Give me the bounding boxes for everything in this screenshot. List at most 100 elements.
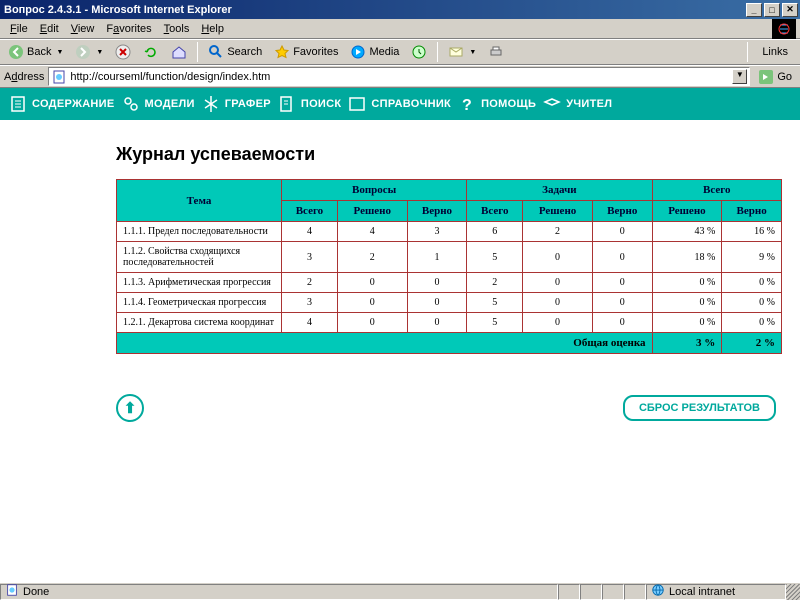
print-icon xyxy=(488,44,504,60)
cell: 0 xyxy=(523,273,593,293)
cell: 2 xyxy=(467,273,523,293)
cell: 3 xyxy=(282,293,338,313)
nav-models[interactable]: МОДЕЛИ xyxy=(121,94,195,114)
cell: 0 xyxy=(523,242,593,273)
maximize-button[interactable]: □ xyxy=(764,3,780,17)
cell: 9 % xyxy=(722,242,782,273)
cell: 4 xyxy=(282,222,338,242)
menu-bar: File Edit View Favorites Tools Help xyxy=(0,19,800,39)
page-icon xyxy=(51,69,67,85)
cell: 2 xyxy=(282,273,338,293)
links-label[interactable]: Links xyxy=(754,46,796,58)
th-tema: Тема xyxy=(117,180,282,222)
history-button[interactable] xyxy=(407,42,431,62)
address-input[interactable] xyxy=(70,71,732,83)
cell: 0 xyxy=(592,222,652,242)
favorites-label: Favorites xyxy=(293,46,338,58)
mail-icon xyxy=(448,44,464,60)
search-button[interactable]: Search xyxy=(204,42,266,62)
cell: 0 xyxy=(407,313,467,333)
intranet-icon xyxy=(651,583,665,600)
cell: 5 xyxy=(467,242,523,273)
contents-icon xyxy=(8,94,28,114)
chevron-down-icon: ▼ xyxy=(56,49,63,56)
page-content: СОДЕРЖАНИЕ МОДЕЛИ ГРАФЕР ПОИСК СПРАВОЧНИ… xyxy=(0,88,800,582)
mail-button[interactable]: ▼ xyxy=(444,42,480,62)
address-field[interactable]: ▼ xyxy=(48,67,750,86)
bottom-bar: ⬆ СБРОС РЕЗУЛЬТАТОВ xyxy=(116,394,782,422)
menu-edit[interactable]: Edit xyxy=(34,21,65,37)
table-row: 1.1.2. Свойства сходящихся последователь… xyxy=(117,242,782,273)
go-label: Go xyxy=(777,71,792,83)
media-label: Media xyxy=(369,46,399,58)
nav-reference[interactable]: СПРАВОЧНИК xyxy=(347,94,451,114)
refresh-button[interactable] xyxy=(139,42,163,62)
cell: 0 xyxy=(592,313,652,333)
table-row: 1.1.3. Арифметическая прогрессия2002000 … xyxy=(117,273,782,293)
cell: 18 % xyxy=(652,242,722,273)
minimize-button[interactable]: _ xyxy=(746,3,762,17)
teacher-icon xyxy=(542,94,562,114)
total-correct: 2 % xyxy=(722,333,782,354)
forward-button[interactable]: ▼ xyxy=(71,42,107,62)
gears-icon xyxy=(121,94,141,114)
window-title: Вопрос 2.4.3.1 - Microsoft Internet Expl… xyxy=(2,4,744,16)
address-bar: Address ▼ Go xyxy=(0,65,800,88)
media-icon xyxy=(350,44,366,60)
cell: 0 xyxy=(337,313,407,333)
search-doc-icon xyxy=(277,94,297,114)
reset-button[interactable]: СБРОС РЕЗУЛЬТАТОВ xyxy=(623,395,776,421)
cell: 4 xyxy=(282,313,338,333)
nav-search[interactable]: ПОИСК xyxy=(277,94,342,114)
menu-favorites[interactable]: Favorites xyxy=(100,21,157,37)
cell: 0 % xyxy=(652,313,722,333)
cell: 0 % xyxy=(652,293,722,313)
back-label: Back xyxy=(27,46,51,58)
cell: 0 xyxy=(407,293,467,313)
favorites-button[interactable]: Favorites xyxy=(270,42,342,62)
favorites-icon xyxy=(274,44,290,60)
cell: 0 % xyxy=(652,273,722,293)
cell: 0 % xyxy=(722,293,782,313)
nav-contents[interactable]: СОДЕРЖАНИЕ xyxy=(8,94,115,114)
status-pane-2 xyxy=(558,584,580,600)
back-button[interactable]: Back ▼ xyxy=(4,42,67,62)
status-text: Done xyxy=(23,586,49,598)
th-tasks: Задачи xyxy=(467,180,652,201)
th-sub: Всего xyxy=(282,201,338,222)
print-button[interactable] xyxy=(484,42,508,62)
reference-icon xyxy=(347,94,367,114)
cell: 2 xyxy=(523,222,593,242)
menu-view[interactable]: View xyxy=(65,21,101,37)
menu-file[interactable]: File xyxy=(4,21,34,37)
grades-table: Тема Вопросы Задачи Всего Всего Решено В… xyxy=(116,179,782,354)
nav-help[interactable]: ?ПОМОЩЬ xyxy=(457,94,536,114)
table-row: 1.2.1. Декартова система координат400500… xyxy=(117,313,782,333)
nav-grapher[interactable]: ГРАФЕР xyxy=(201,94,271,114)
th-sub: Верно xyxy=(407,201,467,222)
address-dropdown-button[interactable]: ▼ xyxy=(732,69,747,84)
go-button[interactable]: Go xyxy=(754,69,796,85)
stop-button[interactable] xyxy=(111,42,135,62)
status-pane-5 xyxy=(624,584,646,600)
table-row: 1.1.4. Геометрическая прогрессия3005000 … xyxy=(117,293,782,313)
up-arrow-icon: ⬆ xyxy=(124,399,137,417)
th-sub: Верно xyxy=(592,201,652,222)
media-button[interactable]: Media xyxy=(346,42,403,62)
separator xyxy=(747,42,748,62)
up-button[interactable]: ⬆ xyxy=(116,394,144,422)
window-titlebar: Вопрос 2.4.3.1 - Microsoft Internet Expl… xyxy=(0,0,800,19)
zone-text: Local intranet xyxy=(669,586,735,598)
nav-teacher[interactable]: УЧИТЕЛ xyxy=(542,94,612,114)
menu-tools[interactable]: Tools xyxy=(158,21,196,37)
home-button[interactable] xyxy=(167,42,191,62)
th-sub: Решено xyxy=(652,201,722,222)
chevron-down-icon: ▼ xyxy=(96,49,103,56)
th-sub: Верно xyxy=(722,201,782,222)
menu-help[interactable]: Help xyxy=(195,21,230,37)
separator xyxy=(197,42,198,62)
cell: 5 xyxy=(467,313,523,333)
stop-icon xyxy=(115,44,131,60)
resize-grip[interactable] xyxy=(786,584,800,600)
close-button[interactable]: ✕ xyxy=(782,3,798,17)
